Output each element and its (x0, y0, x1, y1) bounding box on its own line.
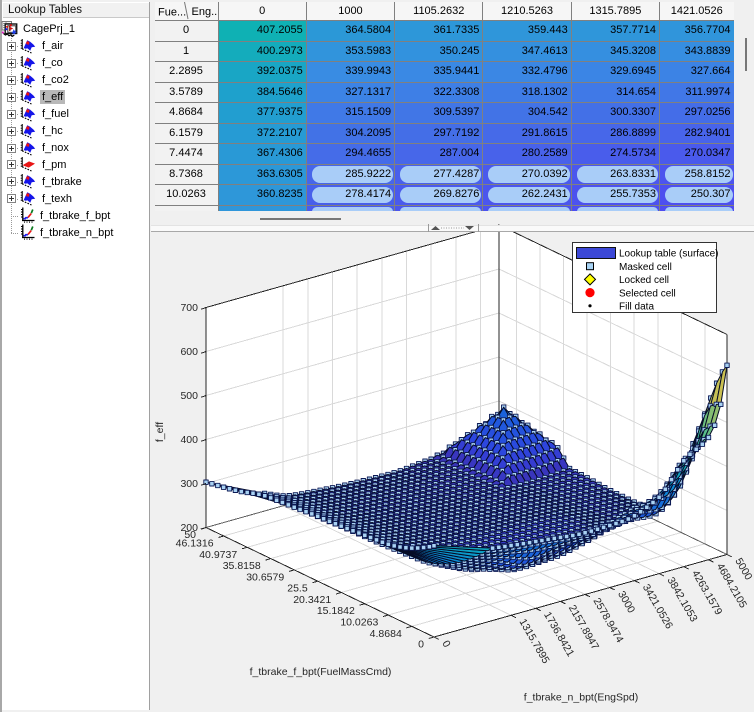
svg-text:46.1316: 46.1316 (176, 538, 214, 550)
svg-text:Fue...: Fue... (158, 7, 186, 19)
svg-text:f_eff: f_eff (154, 422, 166, 442)
svg-text:Masked cell: Masked cell (619, 262, 672, 273)
svg-text:Selected cell: Selected cell (619, 288, 676, 299)
svg-text:Lookup table (surface): Lookup table (surface) (619, 249, 719, 260)
svg-text:40.9737: 40.9737 (199, 549, 237, 561)
svg-text:Fill data: Fill data (619, 302, 654, 313)
svg-text:300: 300 (180, 478, 198, 490)
svg-text:0: 0 (418, 639, 424, 651)
svg-text:Locked cell: Locked cell (619, 275, 669, 286)
svg-text:25.5: 25.5 (287, 583, 308, 595)
svg-text:30.6579: 30.6579 (246, 571, 284, 583)
svg-text:4.8684: 4.8684 (370, 628, 402, 640)
svg-text:400: 400 (180, 434, 198, 446)
svg-text:35.8158: 35.8158 (223, 560, 261, 572)
svg-text:600: 600 (180, 346, 198, 358)
svg-text:Eng...: Eng... (191, 6, 218, 18)
svg-text:f_tbrake_f_bpt(FuelMassCmd): f_tbrake_f_bpt(FuelMassCmd) (250, 666, 392, 678)
svg-text:15.1842: 15.1842 (317, 605, 355, 617)
svg-text:700: 700 (180, 302, 198, 314)
svg-text:f_tbrake_n_bpt(EngSpd): f_tbrake_n_bpt(EngSpd) (524, 692, 638, 704)
svg-text:10.0263: 10.0263 (340, 617, 378, 629)
svg-text:20.3421: 20.3421 (293, 594, 331, 606)
svg-text:500: 500 (180, 390, 198, 402)
